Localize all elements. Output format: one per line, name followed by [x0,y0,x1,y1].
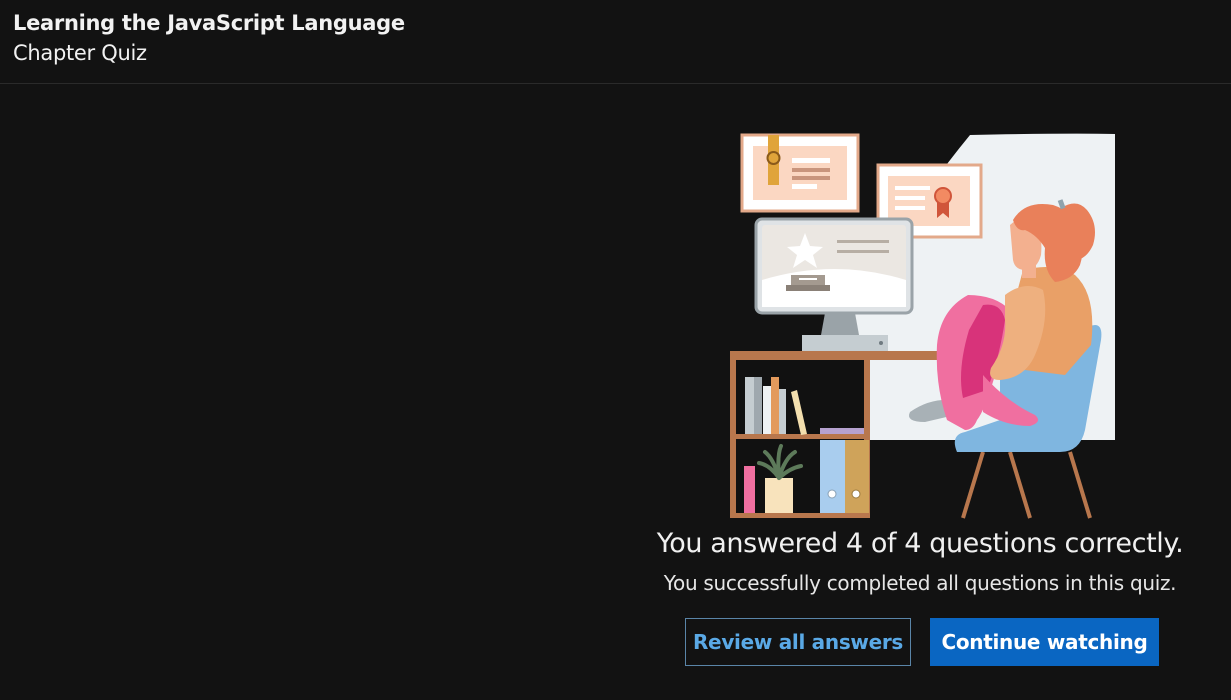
continue-watching-button[interactable]: Continue watching [930,618,1159,666]
course-title: Learning the JavaScript Language [13,11,405,35]
quiz-header: Learning the JavaScript Language Chapter… [0,0,1231,84]
quiz-complete-illustration [730,133,1115,519]
chapter-title: Chapter Quiz [13,41,147,65]
quiz-completion-text: You successfully completed all questions… [663,571,1177,595]
quiz-score-text: You answered 4 of 4 questions correctly. [656,528,1184,559]
review-all-answers-button[interactable]: Review all answers [685,618,911,666]
